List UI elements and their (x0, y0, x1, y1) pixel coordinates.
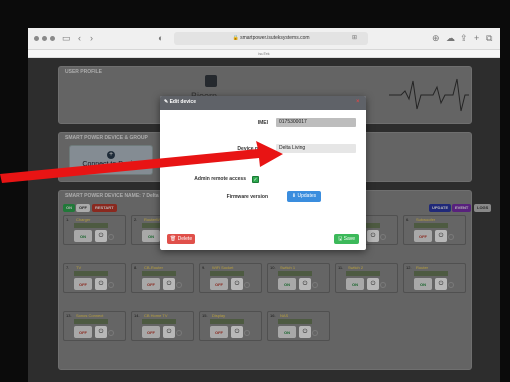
annotation-arrow (0, 141, 283, 183)
red-arrow-shape (0, 141, 283, 183)
screenshot-frame: ▭ ‹ › ◐ 🔒 smartpower.isuteksystems.com ⊞… (0, 0, 510, 382)
